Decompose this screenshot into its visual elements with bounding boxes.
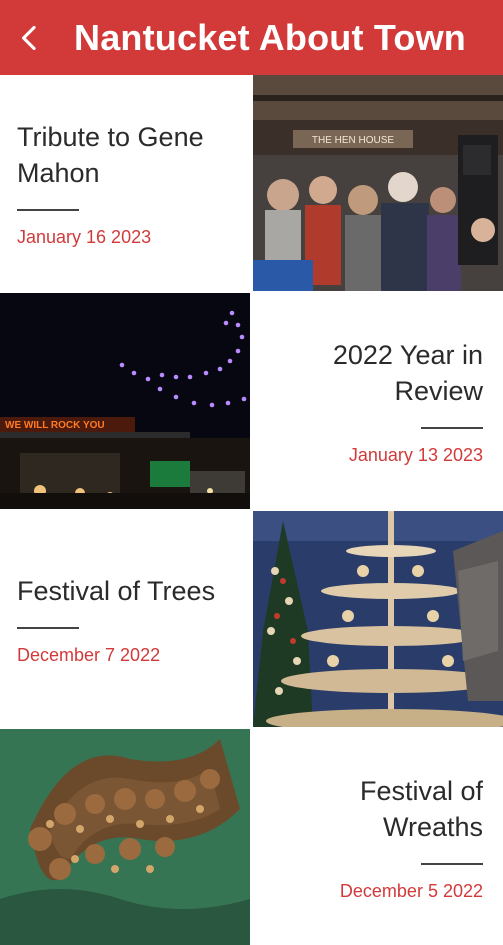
event-title: Festival of Trees	[17, 575, 216, 606]
divider	[421, 862, 483, 865]
festival-trees-photo	[253, 511, 503, 727]
event-date: January 13 2023	[348, 444, 483, 465]
event-title: Festival of Wreaths	[359, 775, 483, 842]
event-title: Tribute to Gene Mahon	[17, 121, 204, 188]
divider	[17, 626, 79, 629]
divider	[17, 208, 79, 211]
chevron-left-icon	[22, 25, 36, 50]
svg-text:THE HEN HOUSE: THE HEN HOUSE	[312, 135, 395, 146]
divider	[421, 426, 483, 429]
event-text-wreaths[interactable]: Festival of Wreaths December 5 2022	[253, 729, 503, 945]
event-text-review[interactable]: 2022 Year in Review January 13 2023	[253, 293, 503, 509]
event-row-review[interactable]: WE WILL ROCK YOU 2022 Year in Review Jan…	[0, 293, 503, 511]
event-text-trees[interactable]: Festival of Trees December 7 2022	[0, 511, 250, 727]
event-list: Tribute to Gene Mahon January 16 2023 TH…	[0, 75, 503, 945]
event-date: December 5 2022	[339, 880, 483, 901]
event-image-tribute[interactable]: THE HEN HOUSE	[253, 75, 503, 291]
crowd-photo: THE HEN HOUSE	[253, 75, 503, 291]
app-bar: Nantucket About Town	[0, 0, 503, 75]
back-button[interactable]	[0, 0, 60, 75]
svg-text:WE WILL ROCK YOU: WE WILL ROCK YOU	[5, 420, 105, 431]
event-image-wreaths[interactable]	[0, 729, 250, 945]
event-image-trees[interactable]	[253, 511, 503, 727]
event-date: December 7 2022	[17, 644, 161, 665]
event-row-trees[interactable]: Festival of Trees December 7 2022	[0, 511, 503, 729]
page-title: Nantucket About Town	[74, 16, 466, 58]
event-date: January 16 2023	[17, 226, 152, 247]
event-image-review[interactable]: WE WILL ROCK YOU	[0, 293, 250, 509]
festival-wreaths-photo	[0, 729, 250, 945]
event-title: 2022 Year in Review	[332, 339, 483, 406]
event-row-tribute[interactable]: Tribute to Gene Mahon January 16 2023 TH…	[0, 75, 503, 293]
event-row-wreaths[interactable]: Festival of Wreaths December 5 2022	[0, 729, 503, 945]
event-text-tribute[interactable]: Tribute to Gene Mahon January 16 2023	[0, 75, 250, 291]
drone-show-photo: WE WILL ROCK YOU	[0, 293, 250, 509]
